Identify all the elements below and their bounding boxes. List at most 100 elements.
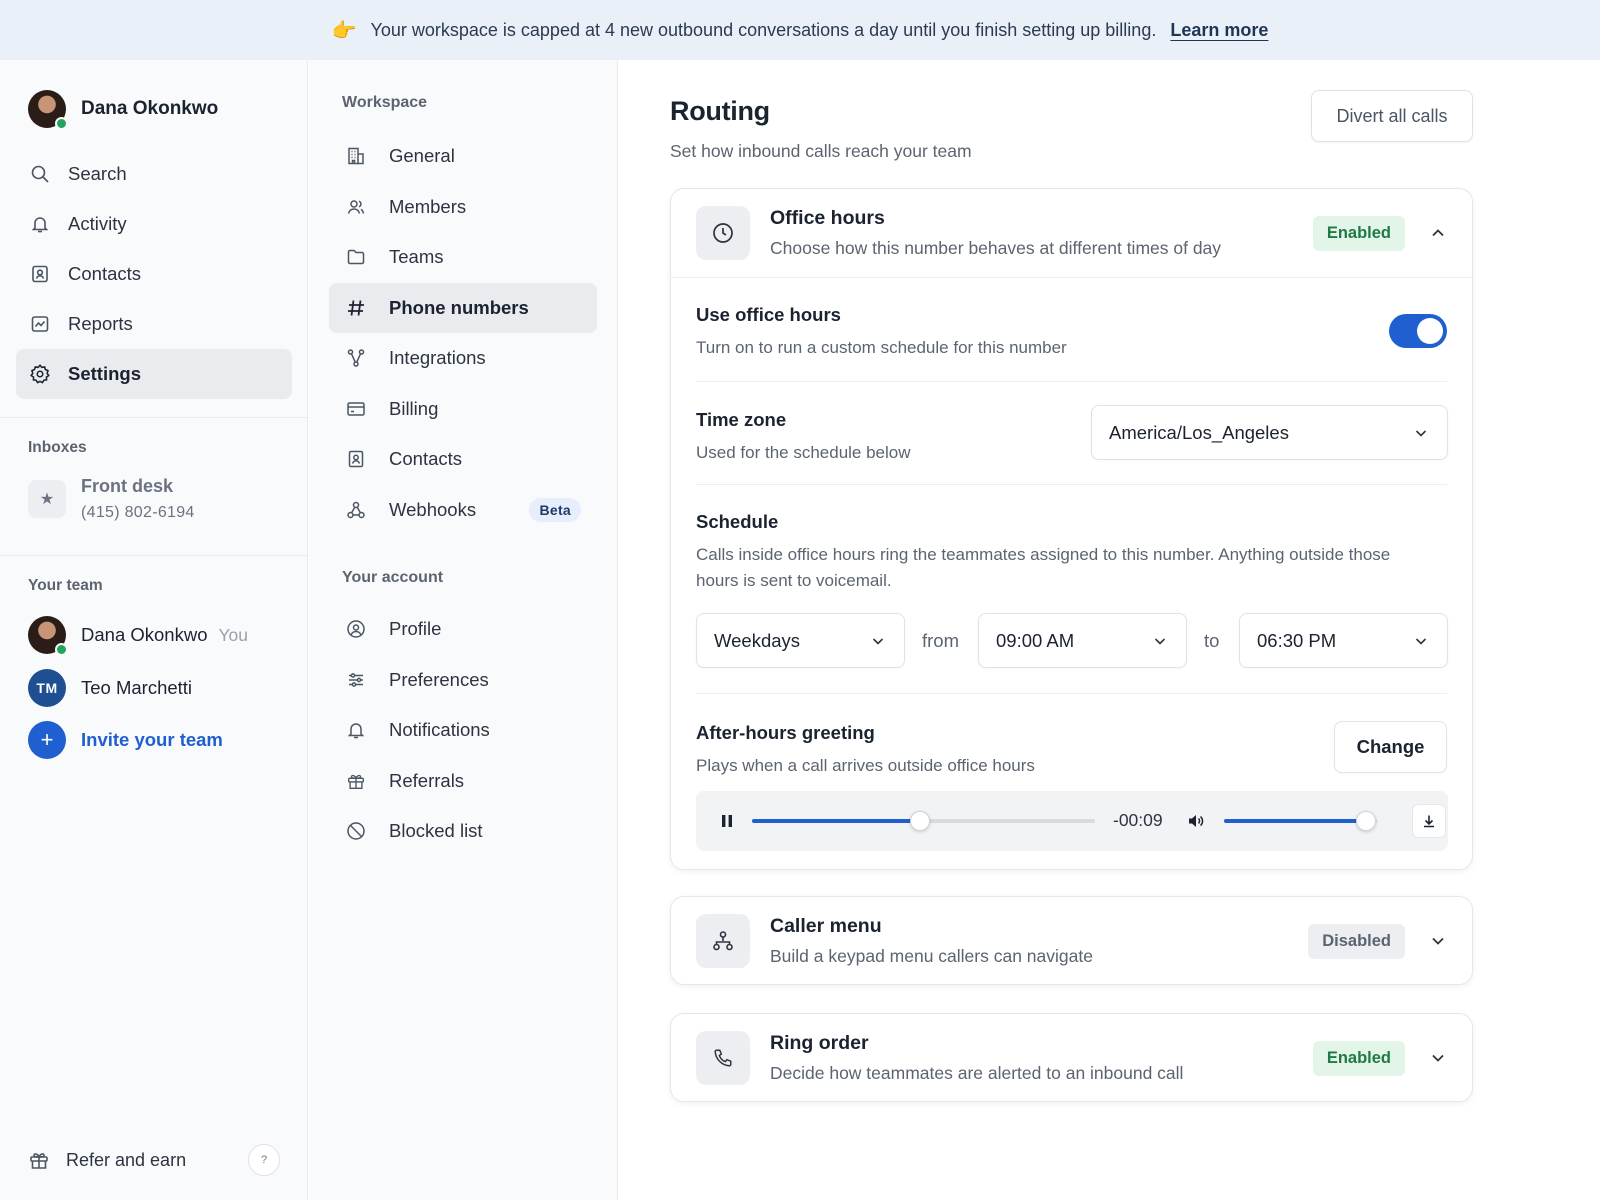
- settings-item-label: Profile: [389, 618, 442, 640]
- seek-bar[interactable]: [752, 811, 1095, 831]
- settings-item-billing[interactable]: Billing: [329, 384, 597, 435]
- phone-icon: [696, 1031, 750, 1085]
- settings-item-label: Phone numbers: [389, 296, 529, 318]
- contact-icon: [345, 448, 367, 470]
- settings-item-general[interactable]: General: [329, 131, 597, 182]
- inboxes-heading: Inboxes: [28, 439, 87, 456]
- bell-icon: [28, 212, 52, 236]
- office-hours-header[interactable]: Office hours Choose how this number beha…: [671, 189, 1472, 277]
- profile-icon: [345, 618, 367, 640]
- banner-message: Your workspace is capped at 4 new outbou…: [370, 19, 1157, 40]
- team-member[interactable]: TM Teo Marchetti: [28, 669, 192, 707]
- you-label: You: [218, 624, 249, 645]
- row-title: Use office hours: [696, 304, 841, 325]
- settings-item-profile[interactable]: Profile: [329, 604, 597, 655]
- nav-item-settings[interactable]: Settings: [16, 349, 292, 399]
- toggle-knob: [1417, 318, 1443, 344]
- schedule-row: Schedule Calls inside office hours ring …: [696, 485, 1448, 693]
- chevron-down-icon: [1152, 633, 1168, 649]
- time-zone-select[interactable]: America/Los_Angeles: [1091, 405, 1448, 460]
- team-member[interactable]: Dana Okonkwo You: [28, 616, 249, 656]
- change-greeting-button[interactable]: Change: [1334, 721, 1447, 773]
- nav-item-contacts[interactable]: Contacts: [16, 249, 292, 299]
- divider: [0, 417, 308, 418]
- page-title: Routing: [670, 96, 770, 126]
- ring-order-header[interactable]: Ring order Decide how teammates are aler…: [671, 1014, 1472, 1102]
- learn-more-link[interactable]: Learn more: [1170, 20, 1268, 41]
- settings-item-webhooks[interactable]: Webhooks Beta: [329, 485, 597, 536]
- row-subtitle: Calls inside office hours ring the teamm…: [696, 545, 1391, 590]
- ring-order-card[interactable]: Ring order Decide how teammates are aler…: [670, 1013, 1473, 1102]
- online-status-dot: [55, 643, 68, 656]
- nav-item-reports[interactable]: Reports: [16, 299, 292, 349]
- from-time-select[interactable]: 09:00 AM: [978, 613, 1187, 668]
- settings-item-blocked-list[interactable]: Blocked list: [329, 806, 597, 857]
- settings-item-teams[interactable]: Teams: [329, 232, 597, 283]
- office-hours-toggle[interactable]: [1389, 314, 1447, 348]
- download-icon[interactable]: [1412, 804, 1446, 838]
- settings-item-preferences[interactable]: Preferences: [329, 655, 597, 706]
- building-icon: [345, 145, 367, 167]
- inbox-front-desk[interactable]: ★ Front desk (415) 802-6194: [28, 476, 195, 522]
- seek-handle[interactable]: [910, 811, 931, 831]
- settings-item-notifications[interactable]: Notifications: [329, 705, 597, 756]
- search-icon: [28, 162, 52, 186]
- settings-item-label: Members: [389, 195, 467, 217]
- settings-item-members[interactable]: Members: [329, 182, 597, 233]
- status-badge: Enabled: [1312, 216, 1405, 251]
- divert-all-calls-button[interactable]: Divert all calls: [1311, 90, 1473, 142]
- app-sidebar: Dana Okonkwo Search Activity Contacts Re…: [0, 60, 308, 1200]
- settings-item-referrals[interactable]: Referrals: [329, 756, 597, 807]
- settings-item-label: Integrations: [389, 347, 486, 369]
- nav-item-search[interactable]: Search: [16, 149, 292, 199]
- refer-label: Refer and earn: [66, 1149, 187, 1170]
- status-badge: Enabled: [1312, 1041, 1405, 1076]
- use-office-hours-row: Use office hours Turn on to run a custom…: [696, 278, 1447, 381]
- caller-menu-card[interactable]: Caller menu Build a keypad menu callers …: [670, 896, 1473, 985]
- settings-item-label: Notifications: [389, 719, 490, 741]
- card-title: Ring order: [770, 1032, 869, 1054]
- chevron-down-icon: [1413, 633, 1429, 649]
- your-team-heading: Your team: [28, 577, 103, 594]
- page-subtitle: Set how inbound calls reach your team: [670, 141, 972, 161]
- settings-item-label: Billing: [389, 397, 439, 419]
- nav-item-activity[interactable]: Activity: [16, 199, 292, 249]
- your-account-heading: Your account: [342, 569, 444, 586]
- volume-icon[interactable]: [1185, 810, 1207, 832]
- folder-icon: [345, 246, 367, 268]
- volume-slider[interactable]: [1224, 811, 1377, 831]
- settings-item-label: Blocked list: [389, 820, 483, 842]
- workspace-list: General Members Teams Phone numbers Inte…: [329, 131, 597, 535]
- days-select[interactable]: Weekdays: [696, 613, 905, 668]
- card-subtitle: Build a keypad menu callers can navigate: [770, 946, 1093, 966]
- divider: [0, 555, 308, 556]
- settings-item-phone-numbers[interactable]: Phone numbers: [329, 282, 597, 333]
- avatar: [28, 616, 68, 656]
- online-status-dot: [55, 117, 68, 130]
- chevron-down-icon: [1413, 425, 1429, 441]
- refer-and-earn[interactable]: Refer and earn ?: [28, 1144, 280, 1176]
- to-time-select[interactable]: 06:30 PM: [1239, 613, 1448, 668]
- help-button[interactable]: ?: [248, 1144, 280, 1176]
- chevron-up-icon[interactable]: [1426, 221, 1450, 245]
- after-hours-greeting-row: After-hours greeting Plays when a call a…: [696, 694, 1448, 874]
- invite-team-button[interactable]: + Invite your team: [28, 721, 223, 759]
- volume-handle[interactable]: [1356, 811, 1377, 831]
- select-value: 09:00 AM: [996, 629, 1075, 651]
- contact-icon: [28, 262, 52, 286]
- pause-icon[interactable]: [716, 810, 738, 832]
- chevron-down-icon[interactable]: [1426, 1046, 1450, 1070]
- settings-item-integrations[interactable]: Integrations: [329, 333, 597, 384]
- user-name: Dana Okonkwo: [81, 98, 219, 119]
- settings-item-contacts[interactable]: Contacts: [329, 434, 597, 485]
- chevron-down-icon[interactable]: [1426, 929, 1450, 953]
- bell-icon: [345, 719, 367, 741]
- gear-icon: [28, 362, 52, 386]
- team-member-name: Teo Marchetti: [81, 677, 193, 698]
- nav-item-label: Activity: [68, 213, 127, 234]
- card-title: Office hours: [770, 207, 885, 229]
- caller-menu-header[interactable]: Caller menu Build a keypad menu callers …: [671, 897, 1472, 985]
- card-subtitle: Decide how teammates are alerted to an i…: [770, 1063, 1184, 1083]
- account-list: Profile Preferences Notifications Referr…: [329, 604, 597, 857]
- current-user[interactable]: Dana Okonkwo: [28, 90, 219, 130]
